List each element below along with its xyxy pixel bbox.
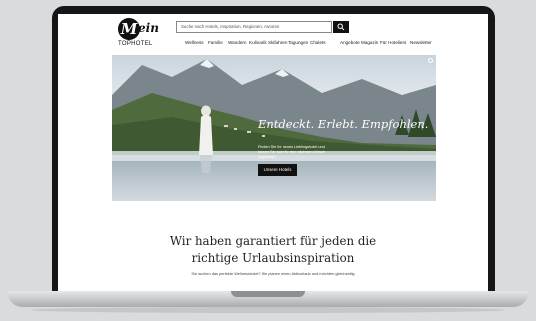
- nav-item-tagungen[interactable]: Tagungen: [288, 40, 308, 45]
- nav-item-newsletter[interactable]: Newsletter: [410, 40, 432, 45]
- hero-banner: Entdeckt. Erlebt. Empfohlen. Finden Sie …: [112, 55, 436, 201]
- search-button[interactable]: [333, 21, 349, 33]
- headline-line-2: richtige Urlaubsinspiration: [191, 251, 355, 265]
- nav-item-magazin[interactable]: Magazin: [361, 40, 378, 45]
- headline-line-1: Wir haben garantiert für jeden die: [169, 234, 377, 248]
- hero-carousel-dot[interactable]: [428, 58, 433, 63]
- nav-item-familie[interactable]: Familie: [208, 40, 223, 45]
- nav-item-angebote[interactable]: Angebote: [340, 40, 360, 45]
- hero-cta-button[interactable]: Unsere Hotels: [258, 164, 297, 176]
- browser-screen: M ein TOPHOTEL Suche nach Hotels, Inspir…: [58, 14, 488, 291]
- logo-script: ein: [138, 21, 159, 35]
- nav-item-chalets[interactable]: Chalets: [310, 40, 326, 45]
- nav-item-kulinarik[interactable]: Kulinarik: [249, 40, 267, 45]
- site-header: M ein TOPHOTEL Suche nach Hotels, Inspir…: [58, 14, 488, 54]
- search-input[interactable]: Suche nach Hotels, Inspiration, Regionen…: [176, 21, 332, 33]
- section-headline: Wir haben garantiert für jeden die richt…: [58, 233, 488, 267]
- search-icon: [337, 23, 345, 31]
- logo-mark: M: [118, 18, 140, 40]
- logo-subtitle: TOPHOTEL: [118, 41, 153, 47]
- section-intro-text: Sie suchen das perfekte Wellnesshotel? S…: [191, 271, 355, 276]
- nav-item-wellness[interactable]: Wellness: [185, 40, 204, 45]
- laptop-shadow: [30, 307, 506, 313]
- nav-item-skifahren[interactable]: Skifahren: [268, 40, 287, 45]
- hero-title: Entdeckt. Erlebt. Empfohlen.: [258, 117, 429, 131]
- laptop-notch: [231, 291, 305, 297]
- nav-item-wandern[interactable]: Wandern: [228, 40, 246, 45]
- nav-item-fuer-hoteliers[interactable]: Für Hoteliers: [380, 40, 406, 45]
- hero-subtitle: Finden Sie Ihr neues Lieblingshotel und …: [258, 145, 325, 159]
